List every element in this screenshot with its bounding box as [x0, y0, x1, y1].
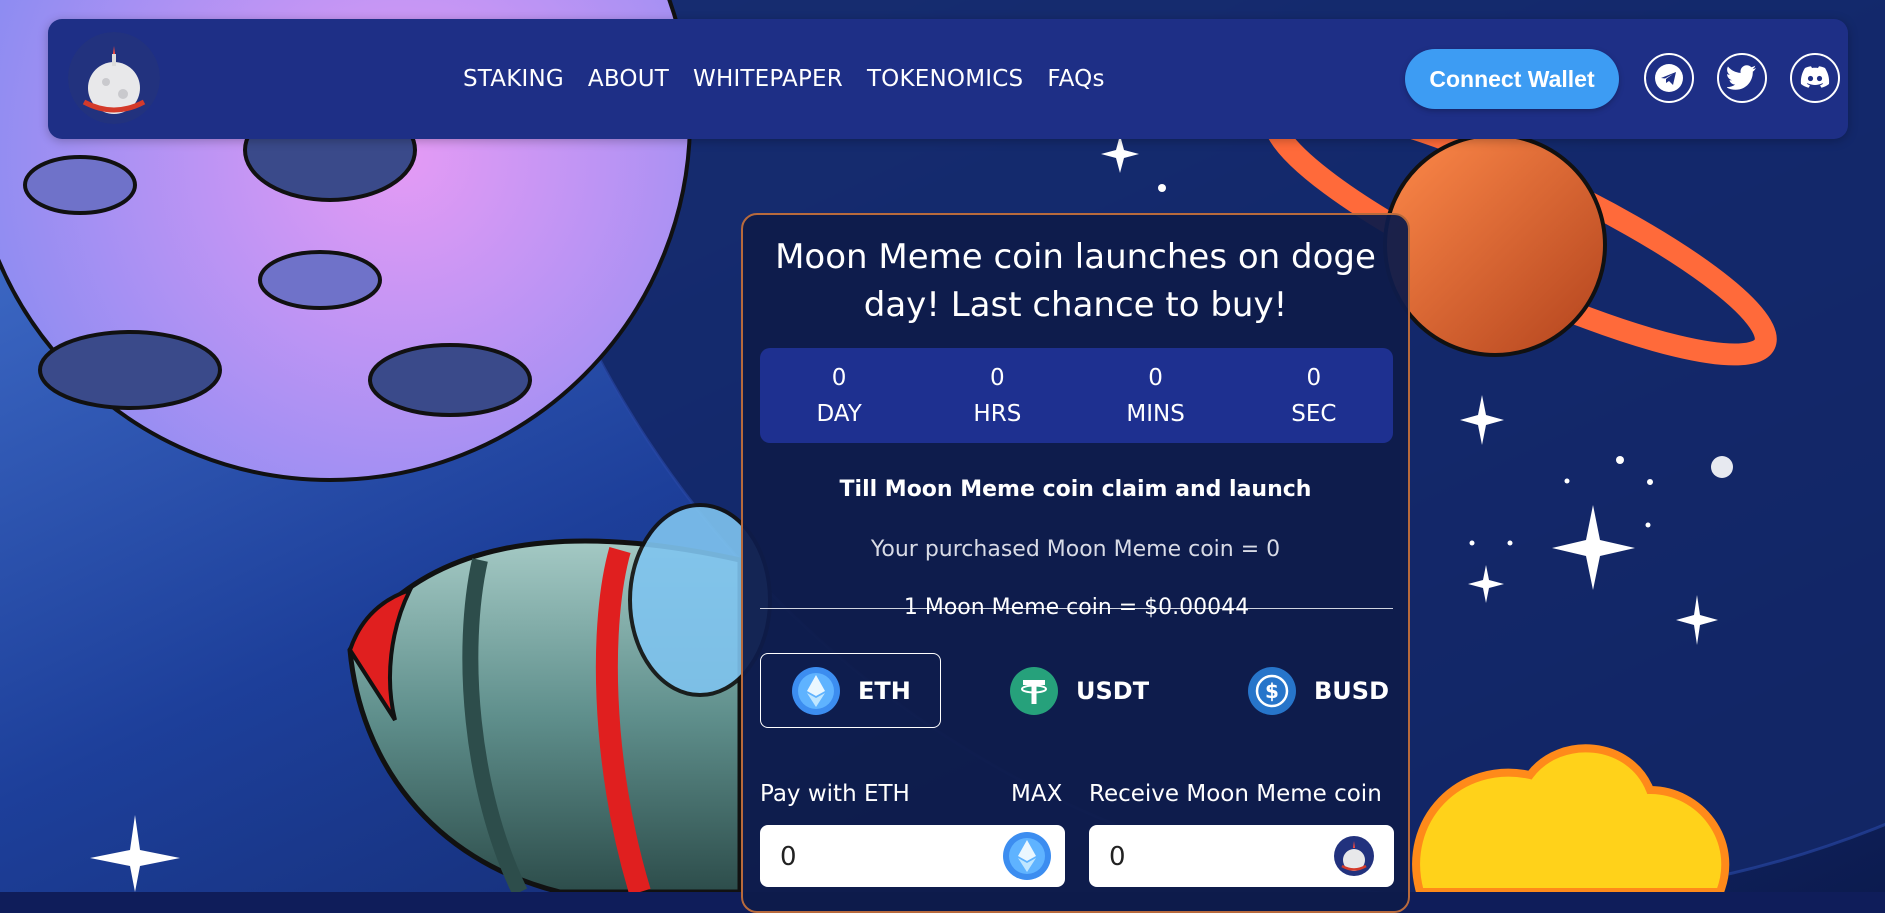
token-label: ETH — [858, 676, 911, 705]
discord-icon — [1800, 66, 1830, 88]
countdown-seconds: 0 SEC — [1274, 360, 1354, 432]
moon-meme-logo[interactable] — [68, 32, 160, 124]
busd-icon: $ — [1248, 666, 1296, 715]
countdown-value: 0 — [1148, 364, 1163, 391]
nav-link-tokenomics[interactable]: TOKENOMICS — [867, 66, 1023, 92]
token-label: USDT — [1076, 676, 1150, 705]
eth-icon — [1003, 832, 1051, 880]
countdown-value: 0 — [1306, 364, 1322, 391]
countdown-unit: MINS — [1126, 400, 1185, 427]
token-label: BUSD — [1314, 676, 1389, 705]
nav-link-whitepaper[interactable]: WHITEPAPER — [693, 66, 843, 92]
moon-meme-coin-icon — [1334, 836, 1374, 876]
presale-card: Moon Meme coin launches on doge day! Las… — [741, 213, 1410, 913]
discord-button[interactable] — [1790, 53, 1840, 103]
launch-caption: Till Moon Meme coin claim and launch — [839, 477, 1312, 502]
countdown-unit: SEC — [1291, 400, 1337, 427]
receive-amount-field[interactable] — [1089, 825, 1394, 889]
twitter-icon — [1727, 65, 1756, 90]
receive-label: Receive Moon Meme coin — [1089, 781, 1382, 807]
telegram-icon — [1655, 64, 1683, 92]
token-option-usdt[interactable]: USDT — [1010, 653, 1149, 728]
price-rate: 1 Moon Meme coin = $0.00044 — [760, 593, 1393, 623]
pay-amount-input[interactable] — [778, 825, 982, 889]
pay-amount-field[interactable] — [760, 825, 1065, 889]
countdown-days: 0 DAY — [799, 360, 879, 432]
svg-text:$: $ — [1265, 679, 1279, 703]
twitter-button[interactable] — [1717, 53, 1767, 103]
countdown-value: 0 — [831, 364, 847, 391]
presale-title: Moon Meme coin launches on doge day! Las… — [775, 237, 1376, 325]
nav-link-faqs[interactable]: FAQs — [1047, 66, 1104, 92]
nav-link-about[interactable]: ABOUT — [588, 66, 669, 92]
countdown-minutes: 0 MINS — [1116, 360, 1196, 432]
countdown-unit: HRS — [973, 400, 1022, 427]
countdown-timer: 0 DAY 0 HRS 0 MINS 0 SEC — [760, 348, 1393, 443]
max-button[interactable]: MAX — [1011, 781, 1062, 807]
top-navbar: STAKING ABOUT WHITEPAPER TOKENOMICS FAQs… — [48, 19, 1848, 139]
rate-text: 1 Moon Meme coin = $0.00044 — [903, 595, 1250, 620]
purchased-amount: Your purchased Moon Meme coin = 0 — [870, 537, 1281, 562]
token-option-busd[interactable]: $ BUSD — [1248, 653, 1389, 728]
token-option-eth[interactable]: ETH — [760, 653, 941, 728]
receive-amount-input[interactable] — [1107, 825, 1311, 889]
countdown-hours: 0 HRS — [957, 360, 1037, 432]
main-nav: STAKING ABOUT WHITEPAPER TOKENOMICS FAQs — [463, 19, 1105, 139]
pay-label: Pay with ETH — [760, 781, 910, 807]
telegram-button[interactable] — [1644, 53, 1694, 103]
payment-token-selector: ETH USDT $ BUSD — [760, 653, 1393, 728]
connect-wallet-button[interactable]: Connect Wallet — [1405, 49, 1619, 109]
eth-icon — [792, 666, 840, 715]
usdt-icon — [1010, 666, 1058, 715]
countdown-unit: DAY — [816, 400, 862, 427]
nav-link-staking[interactable]: STAKING — [463, 66, 564, 92]
countdown-value: 0 — [990, 364, 1005, 391]
